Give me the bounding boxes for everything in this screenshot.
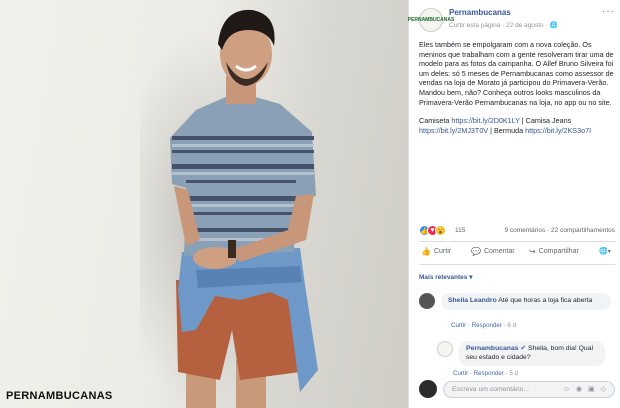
comment-time[interactable]: 6 d xyxy=(507,322,516,329)
comment-text: Até que horas a loja fica aberta xyxy=(498,297,593,304)
link-label-jeans: | Camisa Jeans xyxy=(519,116,572,126)
comment-label: Comentar xyxy=(483,248,515,255)
reply-item: Pernambucanas ✔ Sheila, bom dia! Qual se… xyxy=(437,341,615,377)
chevron-down-icon: ▾ xyxy=(607,248,611,255)
comment-sort-dropdown[interactable]: Mais relevantes ▾ xyxy=(419,273,473,281)
reaction-count[interactable]: 115 xyxy=(455,227,465,234)
post-meta: Curtir esta página · 22 de agosto · 🌐 xyxy=(449,21,558,29)
link-label-shorts: | Bermuda xyxy=(488,125,526,135)
reactions-bar: 👍 ♥ 😮 115 9 comentários · 22 compartilha… xyxy=(419,224,615,238)
post-body: Eles também se empolgaram com a nova col… xyxy=(419,40,615,144)
page-name-link[interactable]: Pernambucanas xyxy=(449,8,511,17)
post-actions: 👍 Curtir 💬 Comentar ↪ Compartilhar 🌐 ▾ xyxy=(419,245,615,261)
globe-icon: 🌐 xyxy=(549,22,558,29)
reply-reply-link[interactable]: Responder xyxy=(474,370,504,377)
reply-actions: Curtir · Responder · 5 d xyxy=(453,370,519,377)
user-avatar xyxy=(419,380,437,398)
comment-composer: Escreva um comentário... ☺ ◉ ▣ ◇ xyxy=(419,380,615,400)
comment-item: Sheila Leandro Até que horas a loja fica… xyxy=(419,293,615,329)
reply-like-link[interactable]: Curtir xyxy=(453,370,468,377)
post-panel: PERNAMBUCANAS Pernambucanas Curtir esta … xyxy=(408,0,620,408)
comment-actions: Curtir · Responder · 6 d xyxy=(451,322,517,329)
comment-author[interactable]: Sheila Leandro xyxy=(448,297,497,304)
thumbs-up-icon: 👍 xyxy=(421,247,431,256)
post-viewer: PERNAMBUCANAS PERNAMBUCANAS Pernambucana… xyxy=(0,0,620,408)
post-photo[interactable]: PERNAMBUCANAS xyxy=(0,0,408,408)
page-avatar[interactable]: PERNAMBUCANAS xyxy=(408,8,454,32)
verified-icon: ✔ xyxy=(520,345,527,352)
link-shorts[interactable]: https://bit.ly/2KS3o7I xyxy=(525,126,591,135)
divider xyxy=(419,264,615,265)
like-label: Curtir xyxy=(433,248,452,255)
globe-small-icon: 🌐 xyxy=(599,248,608,255)
link-label-shirt: Camiseta xyxy=(419,116,452,126)
post-links: Camiseta https://bit.ly/2D0K1LY | Camisa… xyxy=(419,116,615,135)
share-icon: ↪ xyxy=(529,247,536,256)
comment-button[interactable]: 💬 Comentar xyxy=(471,247,515,256)
reaction-icons[interactable]: 👍 ♥ 😮 xyxy=(419,225,446,236)
comment-input[interactable]: Escreva um comentário... ☺ ◉ ▣ ◇ xyxy=(443,381,615,398)
comment-like-link[interactable]: Curtir xyxy=(451,322,466,329)
comment-icon: 💬 xyxy=(471,247,481,256)
reply-bubble: Pernambucanas ✔ Sheila, bom dia! Qual se… xyxy=(459,341,605,367)
post-meta-text: Curtir esta página · 22 de agosto · xyxy=(449,22,550,29)
reply-time[interactable]: 5 d xyxy=(509,370,518,377)
comment-placeholder: Escreva um comentário... xyxy=(452,386,530,393)
composer-icons[interactable]: ☺ ◉ ▣ ◇ xyxy=(563,385,608,393)
post-header: PERNAMBUCANAS Pernambucanas Curtir esta … xyxy=(408,6,615,32)
comment-bubble: Sheila Leandro Até que horas a loja fica… xyxy=(441,293,611,310)
post-paragraph: Eles também se empolgaram com a nova col… xyxy=(419,40,614,107)
comments-shares-count[interactable]: 9 comentários · 22 compartilhamentos xyxy=(504,227,615,234)
wow-reaction-icon: 😮 xyxy=(435,225,446,236)
more-options-icon[interactable]: ··· xyxy=(602,6,615,17)
commenter-avatar[interactable] xyxy=(419,293,435,309)
model-figure xyxy=(170,9,318,408)
link-jeans-shirt[interactable]: https://bit.ly/2MJ3T0V xyxy=(419,126,488,135)
comment-reply-link[interactable]: Responder xyxy=(472,322,502,329)
reply-author[interactable]: Pernambucanas xyxy=(466,345,519,352)
divider xyxy=(419,241,615,242)
share-button[interactable]: ↪ Compartilhar xyxy=(529,247,579,256)
reaction-selector[interactable]: 🌐 ▾ xyxy=(599,247,611,255)
photo-watermark: PERNAMBUCANAS xyxy=(6,390,113,402)
like-button[interactable]: 👍 Curtir xyxy=(421,247,451,256)
page-reply-avatar[interactable] xyxy=(437,341,453,357)
link-shirt[interactable]: https://bit.ly/2D0K1LY xyxy=(451,116,519,125)
share-label: Compartilhar xyxy=(538,248,579,255)
